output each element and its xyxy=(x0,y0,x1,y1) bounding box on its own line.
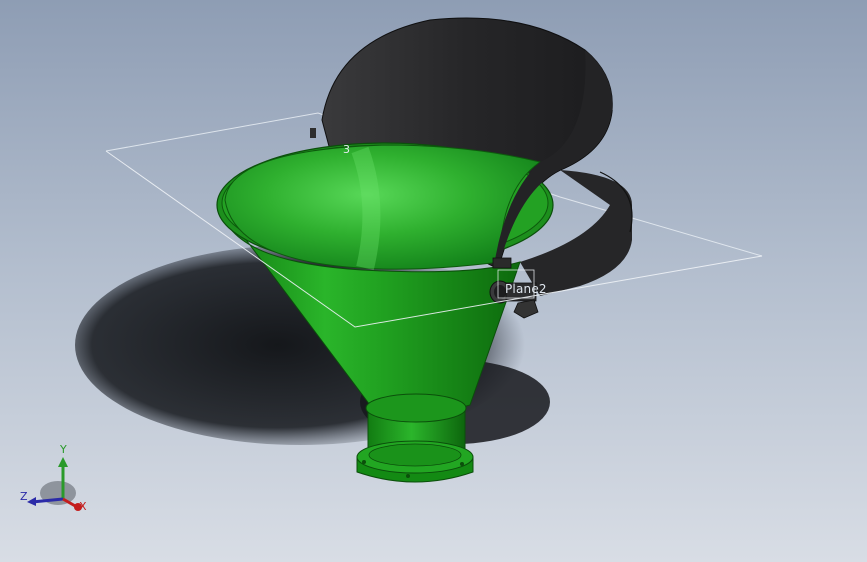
x-axis-label: X xyxy=(79,500,87,513)
coordinate-triad-icon[interactable]: Y Z X xyxy=(18,443,94,519)
model-scene[interactable] xyxy=(0,0,867,562)
z-axis-label: Z xyxy=(20,490,28,503)
y-axis-label: Y xyxy=(60,443,67,456)
hopper-spout[interactable] xyxy=(356,393,474,483)
hopper-interior xyxy=(224,144,542,271)
rim-tab xyxy=(310,128,316,138)
graphics-viewport[interactable]: 3 Plane2 Y Z X xyxy=(0,0,867,562)
